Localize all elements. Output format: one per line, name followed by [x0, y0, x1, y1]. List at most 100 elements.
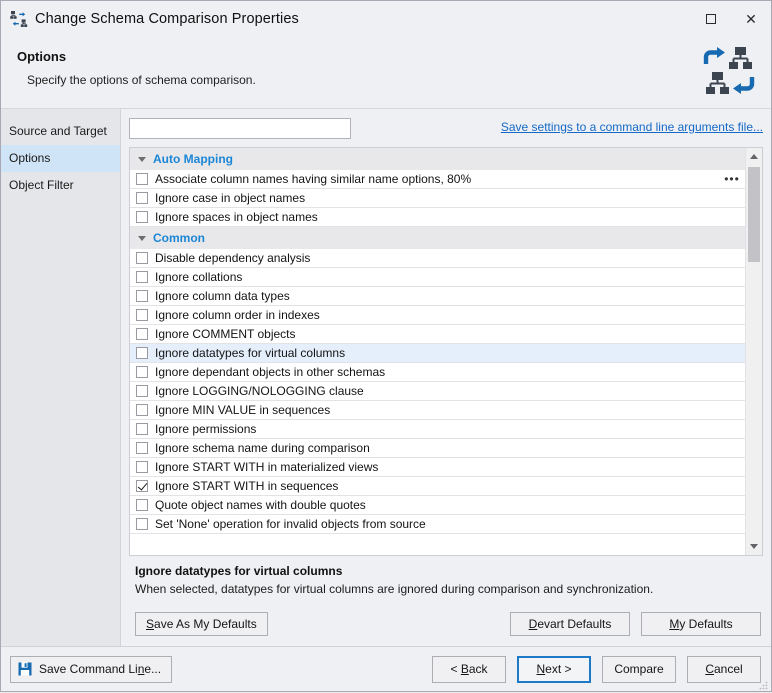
- options-scrollbar[interactable]: [745, 148, 762, 555]
- footer-button-group: < Back Next > Compare Cancel: [432, 655, 761, 683]
- option-row[interactable]: Ignore spaces in object names: [130, 208, 745, 227]
- option-label: Quote object names with double quotes: [155, 498, 366, 512]
- option-row[interactable]: Ignore datatypes for virtual columns: [130, 344, 745, 363]
- cancel-mnemonic: C: [705, 662, 714, 676]
- option-checkbox[interactable]: [136, 442, 148, 454]
- option-ellipsis-button[interactable]: •••: [723, 170, 741, 188]
- option-checkbox[interactable]: [136, 211, 148, 223]
- option-row[interactable]: Ignore column order in indexes: [130, 306, 745, 325]
- option-row[interactable]: Set 'None' operation for invalid objects…: [130, 515, 745, 534]
- triangle-expanded-icon: [138, 157, 146, 162]
- option-label: Ignore column data types: [155, 289, 290, 303]
- scroll-down-button[interactable]: [746, 538, 762, 555]
- options-group-header[interactable]: Auto Mapping: [130, 148, 745, 170]
- scroll-up-button[interactable]: [746, 148, 762, 165]
- option-checkbox[interactable]: [136, 385, 148, 397]
- option-checkbox[interactable]: [136, 192, 148, 204]
- option-row[interactable]: Ignore schema name during comparison: [130, 439, 745, 458]
- maximize-button[interactable]: [691, 1, 731, 36]
- option-row[interactable]: Ignore collations: [130, 268, 745, 287]
- navigation-sidebar: Source and Target Options Object Filter: [1, 109, 121, 646]
- option-checkbox[interactable]: [136, 366, 148, 378]
- option-checkbox[interactable]: [136, 423, 148, 435]
- option-label: Ignore column order in indexes: [155, 308, 320, 322]
- options-list[interactable]: Auto Mapping Associate column names havin…: [130, 148, 745, 555]
- option-checkbox[interactable]: [136, 173, 148, 185]
- scrollbar-thumb[interactable]: [748, 167, 760, 262]
- close-button[interactable]: ✕: [731, 1, 771, 36]
- options-pane: Save settings to a command line argument…: [121, 109, 771, 646]
- sidebar-item-source-and-target[interactable]: Source and Target: [1, 118, 120, 145]
- option-label: Ignore spaces in object names: [155, 210, 318, 224]
- option-checkbox[interactable]: [136, 480, 148, 492]
- options-group-header[interactable]: Common: [130, 227, 745, 249]
- option-label: Ignore LOGGING/NOLOGGING clause: [155, 384, 364, 398]
- option-row[interactable]: Ignore MIN VALUE in sequences: [130, 401, 745, 420]
- chevron-up-icon: [750, 154, 758, 159]
- option-row[interactable]: Ignore START WITH in sequences: [130, 477, 745, 496]
- option-checkbox[interactable]: [136, 404, 148, 416]
- dialog-footer: Save Command Li n e... < Back Next > Compa…: [1, 646, 771, 691]
- option-checkbox[interactable]: [136, 271, 148, 283]
- option-checkbox[interactable]: [136, 252, 148, 264]
- option-row[interactable]: Ignore COMMENT objects: [130, 325, 745, 344]
- compare-button[interactable]: Compare: [602, 655, 676, 683]
- devart-defaults-label: evart Defaults: [537, 617, 612, 631]
- option-row[interactable]: Quote object names with double quotes: [130, 496, 745, 515]
- option-label: Ignore case in object names: [155, 191, 306, 205]
- description-text: When selected, datatypes for virtual col…: [135, 582, 654, 596]
- back-button[interactable]: < Back: [432, 655, 506, 683]
- my-defaults-mnemonic: M: [669, 617, 680, 631]
- close-icon: ✕: [745, 10, 757, 27]
- option-label: Set 'None' operation for invalid objects…: [155, 517, 426, 531]
- window-controls: ✕: [691, 1, 771, 36]
- cancel-button[interactable]: Cancel: [687, 655, 761, 683]
- my-defaults-label: y Defaults: [679, 617, 733, 631]
- option-checkbox[interactable]: [136, 461, 148, 473]
- option-label: Ignore datatypes for virtual columns: [155, 346, 346, 360]
- sidebar-item-object-filter[interactable]: Object Filter: [1, 172, 120, 199]
- save-command-line-label-pre: Save Command Li: [39, 662, 138, 676]
- next-button[interactable]: Next >: [517, 655, 591, 683]
- resize-grip[interactable]: [758, 679, 768, 690]
- schema-compare-icon: [10, 10, 28, 28]
- option-label: Ignore schema name during comparison: [155, 441, 370, 455]
- option-checkbox[interactable]: [136, 499, 148, 511]
- option-checkbox[interactable]: [136, 328, 148, 340]
- option-label: Ignore collations: [155, 270, 243, 284]
- option-label: Ignore START WITH in sequences: [155, 479, 339, 493]
- my-defaults-button[interactable]: My Defaults: [641, 612, 761, 636]
- option-checkbox[interactable]: [136, 518, 148, 530]
- option-row[interactable]: Ignore dependant objects in other schema…: [130, 363, 745, 382]
- chevron-down-icon: [750, 544, 758, 549]
- option-row[interactable]: Ignore case in object names: [130, 189, 745, 208]
- option-checkbox[interactable]: [136, 309, 148, 321]
- next-label: ext >: [545, 662, 572, 676]
- save-command-line-button[interactable]: Save Command Li n e...: [10, 655, 173, 683]
- option-checkbox[interactable]: [136, 290, 148, 302]
- option-label: Ignore permissions: [155, 422, 257, 436]
- option-row[interactable]: Ignore START WITH in materialized views: [130, 458, 745, 477]
- scrollbar-track[interactable]: [746, 165, 762, 538]
- sidebar-item-options[interactable]: Options: [1, 145, 120, 172]
- save-command-line-args-link[interactable]: Save settings to a command line argument…: [501, 120, 763, 134]
- devart-defaults-button[interactable]: Devart Defaults: [510, 612, 630, 636]
- save-command-line-mnemonic: n: [137, 662, 145, 676]
- option-row[interactable]: Ignore LOGGING/NOLOGGING clause: [130, 382, 745, 401]
- option-checkbox[interactable]: [136, 347, 148, 359]
- option-row[interactable]: Associate column names having similar na…: [130, 170, 745, 189]
- filter-row: Save settings to a command line argument…: [129, 109, 763, 147]
- option-label: Ignore dependant objects in other schema…: [155, 365, 386, 379]
- options-list-container: Auto Mapping Associate column names havin…: [129, 147, 763, 556]
- triangle-expanded-icon: [138, 236, 146, 241]
- window-title: Change Schema Comparison Properties: [35, 10, 299, 27]
- search-input[interactable]: [129, 117, 351, 139]
- back-label-pre: <: [450, 662, 461, 676]
- option-row[interactable]: Disable dependency analysis: [130, 249, 745, 268]
- title-bar: Change Schema Comparison Properties ✕: [1, 1, 771, 37]
- option-row[interactable]: Ignore column data types: [130, 287, 745, 306]
- option-label: Disable dependency analysis: [155, 251, 311, 265]
- options-group-label: Auto Mapping: [153, 152, 233, 166]
- option-row[interactable]: Ignore permissions: [130, 420, 745, 439]
- save-as-my-defaults-button[interactable]: Save As My Defaults: [135, 612, 268, 636]
